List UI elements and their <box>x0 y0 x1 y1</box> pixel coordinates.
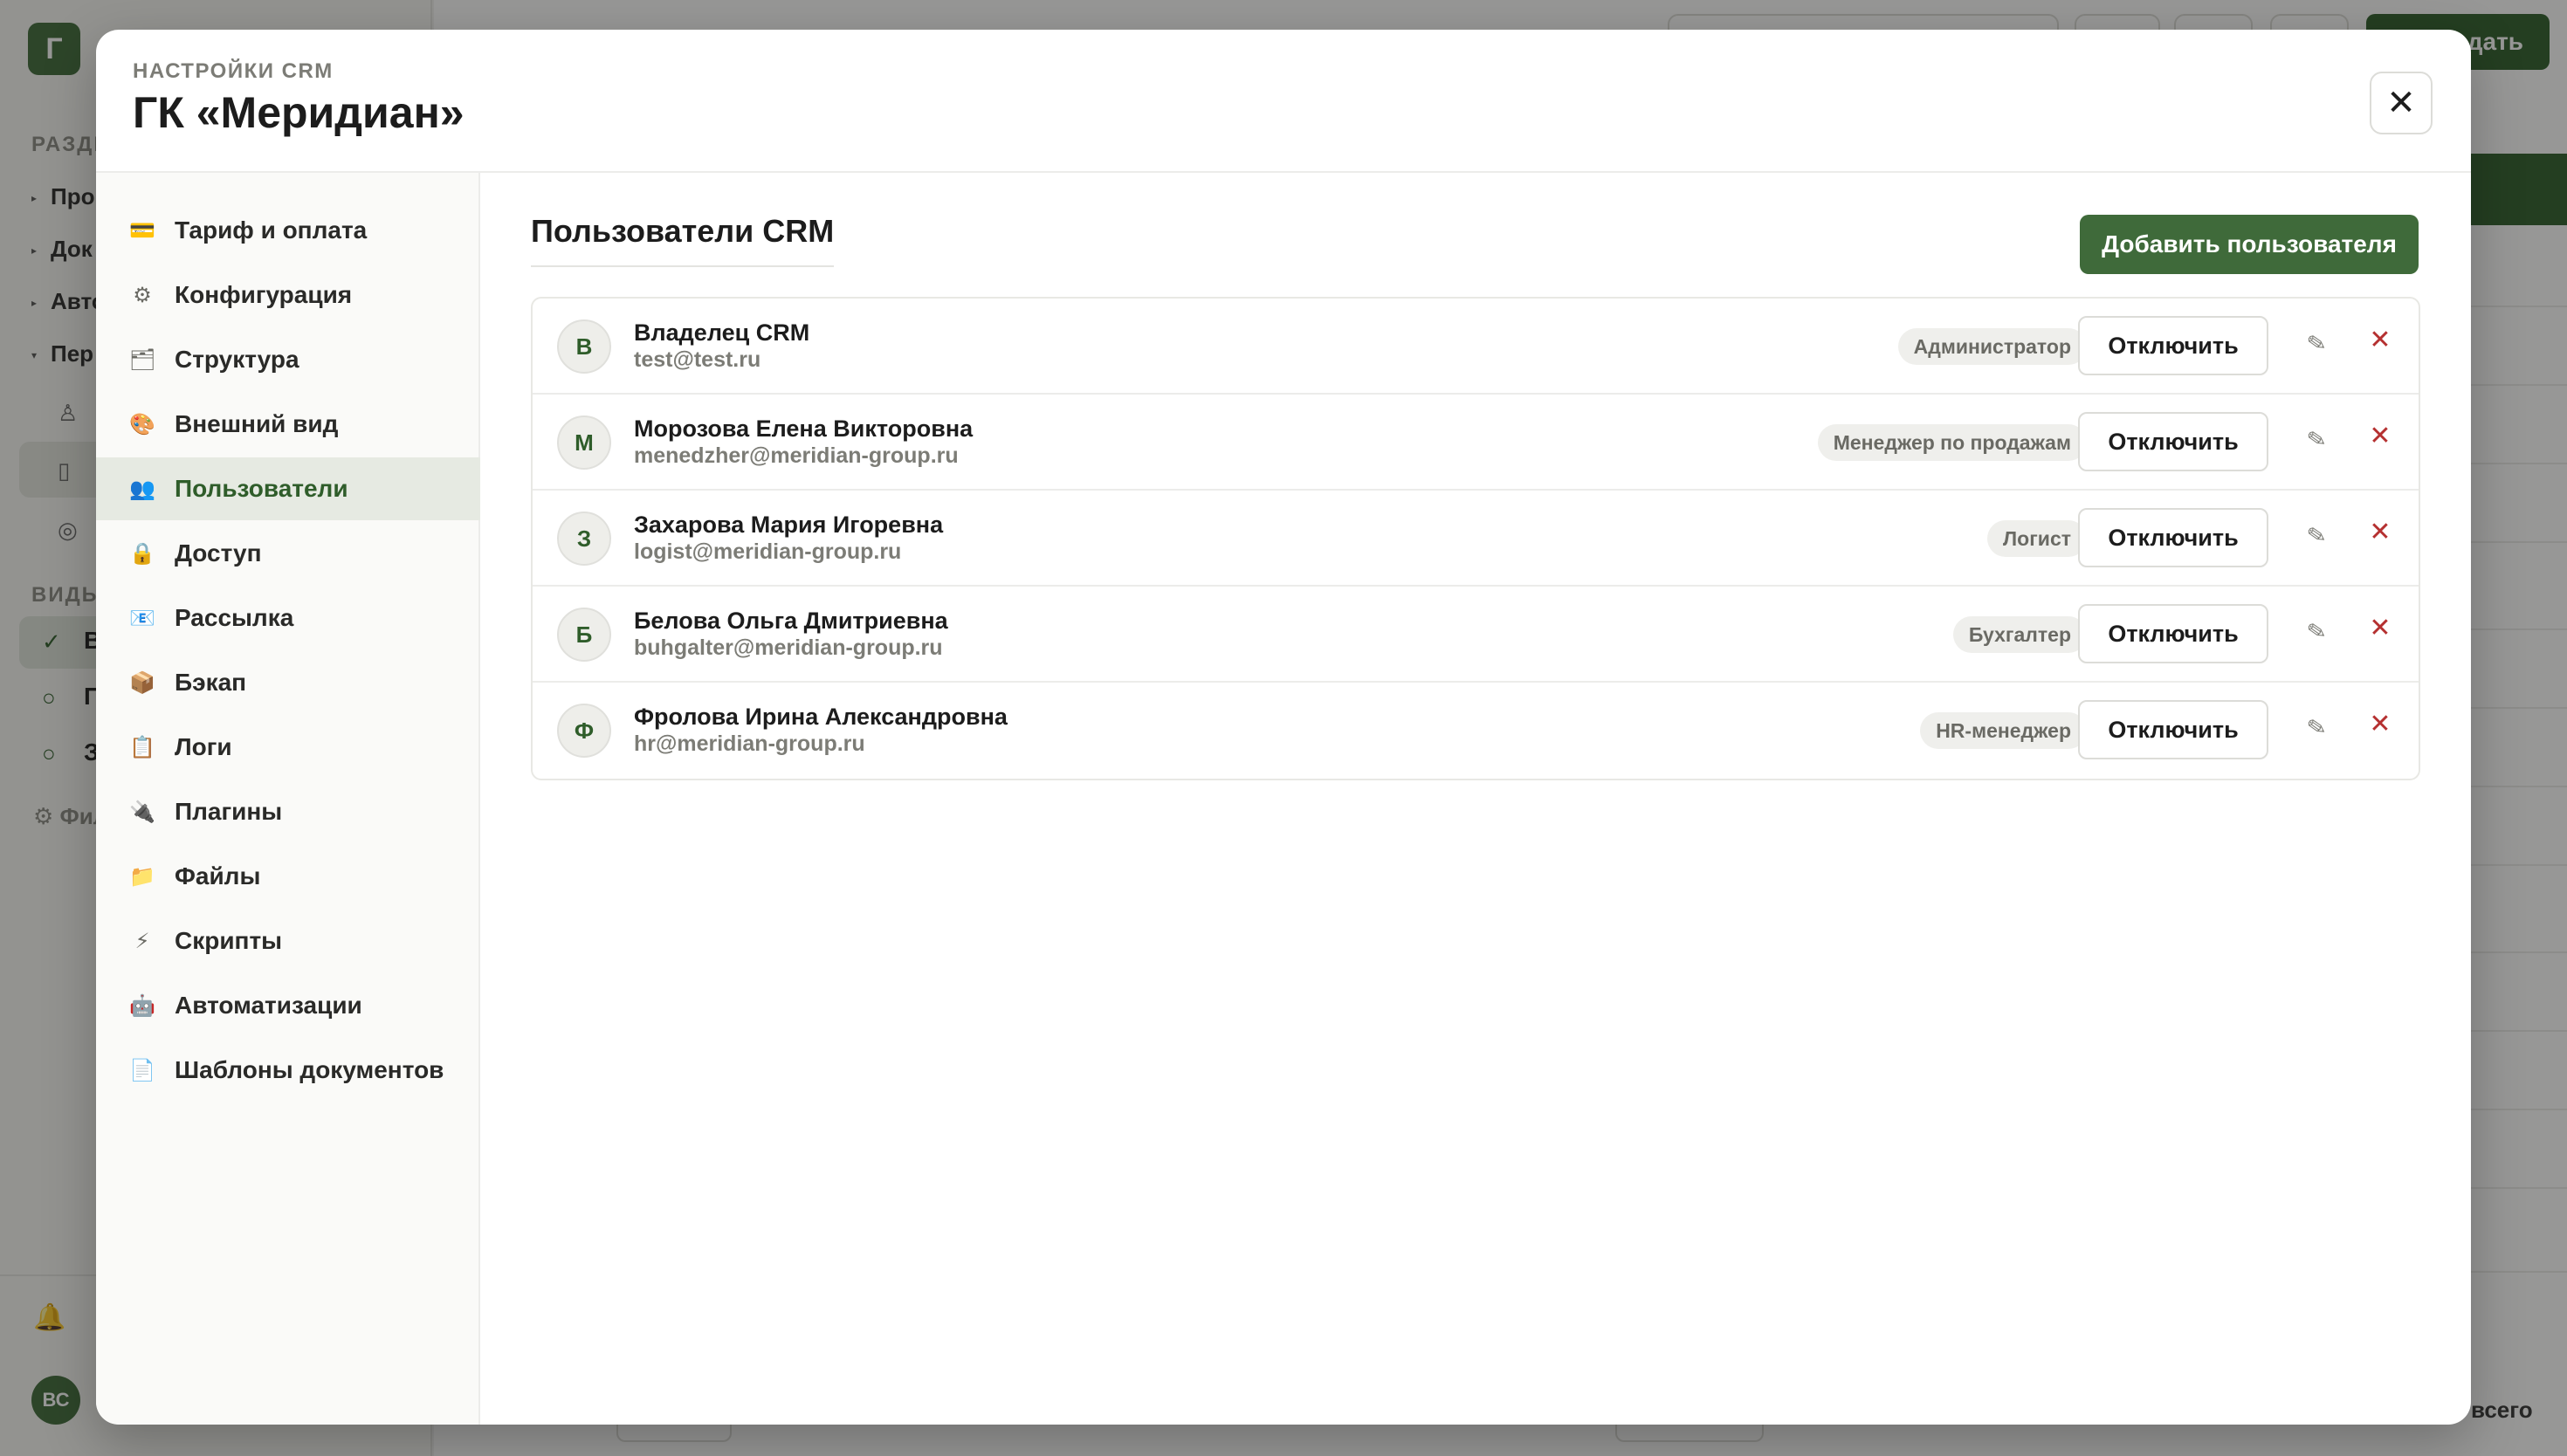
nav-item-logs[interactable]: 📋 Логи <box>96 716 480 779</box>
close-icon: ✕ <box>2386 84 2416 122</box>
section-title: Пользователи CRM <box>531 213 835 267</box>
user-email: buhgalter@meridian-group.ru <box>634 635 943 660</box>
clipboard-icon: 📋 <box>129 735 155 759</box>
user-name: Морозова Елена Викторовна <box>634 416 974 442</box>
modal-eyebrow: НАСТРОЙКИ CRM <box>133 59 334 83</box>
user-avatar: В <box>557 319 611 374</box>
nav-item-users[interactable]: 👥 Пользователи <box>96 457 480 520</box>
user-email: test@test.ru <box>634 347 761 372</box>
plug-icon: 🔌 <box>129 800 155 824</box>
user-row: Ф Фролова Ирина Александровна hr@meridia… <box>533 683 2419 779</box>
folders-icon: 🗂 <box>128 347 156 372</box>
role-badge: Администратор <box>1897 328 2087 365</box>
nav-item-structure[interactable]: 🗂 Структура <box>96 328 480 391</box>
user-name: Фролова Ирина Александровна <box>634 704 1008 730</box>
nav-item-plugins[interactable]: 🔌 Плагины <box>96 780 480 843</box>
lightning-icon: ⚡ <box>134 929 150 953</box>
document-icon: 📄 <box>129 1058 155 1082</box>
add-user-button[interactable]: Добавить пользователя <box>2080 215 2419 274</box>
pencil-icon[interactable]: ✎ <box>2297 711 2337 752</box>
user-avatar: З <box>557 512 611 566</box>
delete-icon[interactable]: ✕ <box>2361 421 2399 463</box>
user-row: М Морозова Елена Викторовна menedzher@me… <box>533 395 2419 491</box>
role-badge: HR-менеджер <box>1920 712 2087 749</box>
user-email: menedzher@meridian-group.ru <box>634 443 959 468</box>
palette-icon: 🎨 <box>129 412 155 436</box>
email-icon: 📧 <box>129 606 155 630</box>
disable-user-button[interactable]: Отключить <box>2078 508 2268 567</box>
pencil-icon[interactable]: ✎ <box>2297 615 2337 656</box>
delete-icon[interactable]: ✕ <box>2361 517 2399 559</box>
nav-item-files[interactable]: 📁 Файлы <box>96 845 480 908</box>
nav-item-scripts[interactable]: ⚡ Скрипты <box>96 910 480 972</box>
pencil-icon[interactable]: ✎ <box>2297 423 2337 464</box>
nav-item-backup[interactable]: 📦 Бэкап <box>96 651 480 714</box>
pencil-icon[interactable]: ✎ <box>2297 519 2337 560</box>
user-name: Захарова Мария Игоревна <box>634 512 944 538</box>
user-list: В Владелец CRM test@test.ru Администрато… <box>531 297 2420 780</box>
role-badge: Бухгалтер <box>1952 616 2087 653</box>
delete-icon[interactable]: ✕ <box>2361 613 2399 655</box>
disable-user-button[interactable]: Отключить <box>2078 412 2268 471</box>
delete-icon[interactable]: ✕ <box>2361 709 2399 751</box>
nav-item-mailing[interactable]: 📧 Рассылка <box>96 587 480 649</box>
users-panel: Пользователи CRM Добавить пользователя В… <box>480 173 2471 1425</box>
user-name: Владелец CRM <box>634 319 810 346</box>
nav-item-configuration[interactable]: ⚙ Конфигурация <box>96 264 480 326</box>
users-icon: 👥 <box>129 477 155 501</box>
lock-icon: 🔒 <box>129 541 155 566</box>
user-avatar: Б <box>557 608 611 662</box>
user-avatar: Ф <box>557 704 611 758</box>
package-icon: 📦 <box>129 670 155 695</box>
pencil-icon[interactable]: ✎ <box>2297 327 2337 367</box>
nav-item-access[interactable]: 🔒 Доступ <box>96 522 480 585</box>
user-avatar: М <box>557 416 611 470</box>
gear-icon: ⚙ <box>133 283 152 307</box>
user-email: hr@meridian-group.ru <box>634 731 865 756</box>
user-name: Белова Ольга Дмитриевна <box>634 608 948 634</box>
delete-icon[interactable]: ✕ <box>2361 325 2399 367</box>
robot-icon: 🤖 <box>129 993 155 1018</box>
nav-item-automations[interactable]: 🤖 Автоматизации <box>96 974 480 1037</box>
role-badge: Менеджер по продажам <box>1817 424 2087 461</box>
disable-user-button[interactable]: Отключить <box>2078 700 2268 759</box>
user-row: В Владелец CRM test@test.ru Администрато… <box>533 299 2419 395</box>
settings-nav: 💳 Тариф и оплата ⚙ Конфигурация 🗂 Структура… <box>96 173 480 1425</box>
modal-title: ГК «Меридиан» <box>133 88 465 137</box>
credit-card-icon: 💳 <box>129 218 155 243</box>
crm-settings-modal: НАСТРОЙКИ CRM ГК «Меридиан» ✕ 💳 Тариф и о… <box>96 30 2471 1425</box>
nav-item-tariff[interactable]: 💳 Тариф и оплата <box>96 199 480 262</box>
disable-user-button[interactable]: Отключить <box>2078 604 2268 663</box>
nav-item-appearance[interactable]: 🎨 Внешний вид <box>96 393 480 456</box>
user-row: З Захарова Мария Игоревна logist@meridia… <box>533 491 2419 587</box>
disable-user-button[interactable]: Отключить <box>2078 316 2268 375</box>
modal-header: НАСТРОЙКИ CRM ГК «Меридиан» ✕ <box>96 30 2471 173</box>
user-email: logist@meridian-group.ru <box>634 539 902 564</box>
user-row: Б Белова Ольга Дмитриевна buhgalter@meri… <box>533 587 2419 683</box>
folder-icon: 📁 <box>129 864 155 889</box>
nav-item-doc-templates[interactable]: 📄 Шаблоны документов <box>96 1039 480 1102</box>
role-badge: Логист <box>1987 520 2087 557</box>
close-button[interactable]: ✕ <box>2370 72 2433 134</box>
